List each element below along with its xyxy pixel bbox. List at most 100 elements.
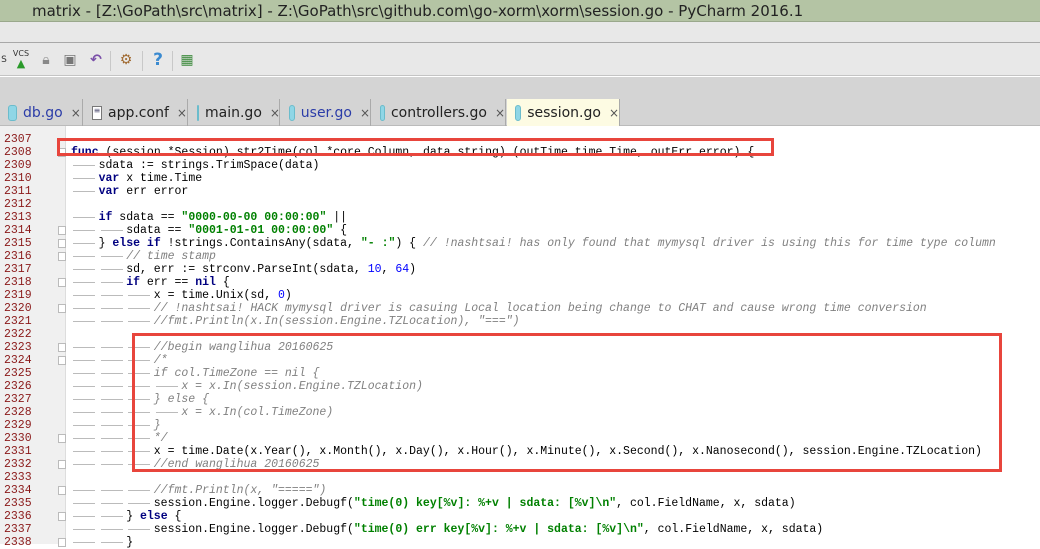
code-token: sdata == — [112, 211, 182, 224]
tab-arrow-icon — [98, 380, 127, 393]
undo-icon[interactable]: ↶ — [86, 49, 106, 71]
line-number: 2331 — [4, 445, 32, 458]
fold-marker-icon[interactable] — [58, 486, 66, 495]
code-line: 2319 x = time.Unix(sd, 0) — [0, 289, 1040, 302]
line-number: 2308 — [4, 146, 32, 159]
line-number: 2325 — [4, 367, 32, 380]
tab-app-conf[interactable]: ≡ app.conf × — [84, 99, 188, 126]
fold-marker-icon[interactable] — [58, 512, 66, 521]
tab-label: session.go — [527, 104, 601, 121]
fold-marker-icon[interactable] — [58, 356, 66, 365]
line-number: 2319 — [4, 289, 32, 302]
line-number: 2328 — [4, 406, 32, 419]
code-token: } — [126, 510, 140, 523]
close-tab-icon[interactable]: × — [71, 106, 81, 120]
tab-arrow-icon — [126, 302, 154, 315]
tab-controllers-go[interactable]: controllers.go × — [372, 99, 506, 126]
line-number: 2322 — [4, 328, 32, 341]
tab-main-go[interactable]: main.go × — [189, 99, 280, 126]
keyword: var — [98, 185, 120, 198]
tab-arrow-icon — [71, 289, 99, 302]
fold-marker-icon[interactable] — [58, 252, 66, 261]
code-text: sd, err := strconv.ParseInt(sdata, 10, 6… — [71, 263, 416, 276]
keyword: if — [126, 276, 140, 289]
close-tab-icon[interactable]: × — [360, 106, 370, 120]
line-number: 2334 — [4, 484, 32, 497]
code-token: x = time.Unix(sd, — [153, 289, 279, 302]
go-file-icon — [515, 104, 522, 121]
code-line: 2314 sdata == "0001-01-01 00:00:00" { — [0, 224, 1040, 237]
close-tab-icon[interactable]: × — [609, 106, 619, 120]
code-text: x = time.Unix(sd, 0) — [71, 289, 292, 302]
go-file-icon — [289, 104, 295, 121]
code-line: 2338} — [0, 536, 1040, 549]
code-text: } else { — [71, 510, 181, 523]
history-icon[interactable]: ▣ — [60, 49, 80, 71]
tab-arrow-icon — [126, 523, 154, 536]
tab-arrow-icon — [98, 341, 127, 354]
fold-marker-icon[interactable] — [58, 226, 66, 235]
tab-db-go[interactable]: db.go × — [0, 99, 83, 126]
tab-arrow-icon — [71, 354, 99, 367]
lock-icon[interactable]: 🔒︎ — [36, 49, 56, 71]
code-token: sd, err := strconv.ParseInt(sdata, — [126, 263, 368, 276]
tab-user-go[interactable]: user.go × — [281, 99, 371, 126]
highlight-box-function-signature — [57, 138, 774, 156]
plugin-chip-icon[interactable]: ▦ — [177, 49, 197, 71]
fold-marker-icon[interactable] — [58, 434, 66, 443]
string-literal: "0000-00-00 00:00:00" — [181, 211, 327, 224]
line-number: 2317 — [4, 263, 32, 276]
fold-marker-icon[interactable] — [58, 538, 66, 547]
fold-marker-icon[interactable] — [58, 304, 66, 313]
tab-arrow-icon — [98, 536, 127, 549]
tab-arrow-icon — [71, 224, 99, 237]
tab-arrow-icon — [98, 458, 127, 471]
code-text: session.Engine.logger.Debugf("time(0) ke… — [71, 497, 796, 510]
tab-arrow-icon — [71, 263, 99, 276]
code-token: } — [98, 237, 113, 250]
line-number: 2323 — [4, 341, 32, 354]
tab-arrow-icon — [98, 432, 127, 445]
code-line: 2310 var x time.Time — [0, 172, 1040, 185]
keyword: else — [140, 510, 168, 523]
settings-wrench-icon[interactable]: ⚙ — [116, 49, 136, 71]
code-text: //fmt.Println(x, "=====") — [71, 484, 326, 497]
tab-label: app.conf — [108, 104, 169, 121]
tab-session-go[interactable]: session.go × — [507, 99, 620, 126]
tab-arrow-icon — [71, 536, 99, 549]
close-tab-icon[interactable]: × — [270, 106, 280, 120]
code-line: 2321 //fmt.Println(x.In(session.Engine.TZ… — [0, 315, 1040, 328]
fold-marker-icon[interactable] — [58, 239, 66, 248]
keyword: else if — [112, 237, 161, 250]
tab-arrow-icon — [126, 497, 154, 510]
fold-marker-icon[interactable] — [58, 343, 66, 352]
tab-arrow-icon — [71, 406, 99, 419]
toolbar-separator — [142, 51, 143, 71]
tab-arrow-icon — [98, 315, 127, 328]
toolbar-separator — [110, 51, 111, 71]
code-text: } — [71, 536, 133, 549]
tab-label: controllers.go — [390, 104, 487, 121]
tab-arrow-icon — [71, 302, 99, 315]
line-number: 2327 — [4, 393, 32, 406]
keyword: nil — [195, 276, 216, 289]
code-line: 2311 var err error — [0, 185, 1040, 198]
help-icon[interactable]: ? — [148, 49, 168, 71]
code-token: , col.FieldName, x, sdata) — [643, 523, 824, 536]
line-number: 2326 — [4, 380, 32, 393]
comment: // !nashtsai! HACK mymysql driver is cas… — [153, 302, 927, 315]
vcs-update-button[interactable]: VCS ▲ — [11, 49, 31, 71]
code-text: session.Engine.logger.Debugf("time(0) er… — [71, 523, 823, 536]
code-token: err == — [140, 276, 196, 289]
toolbar: S VCS ▲ 🔒︎ ▣ ↶ ⚙ ? ▦ — [0, 43, 1040, 76]
editor-tabs: db.go × ≡ app.conf × main.go × user.go × controll… — [0, 99, 1040, 126]
close-tab-icon[interactable]: × — [177, 106, 187, 120]
tab-arrow-icon — [71, 315, 99, 328]
code-token: { — [167, 510, 182, 523]
fold-marker-icon[interactable] — [58, 460, 66, 469]
close-tab-icon[interactable]: × — [495, 106, 505, 120]
line-number: 2309 — [4, 159, 32, 172]
tab-arrow-icon — [98, 406, 127, 419]
fold-marker-icon[interactable] — [58, 278, 66, 287]
keyword: if — [98, 211, 113, 224]
